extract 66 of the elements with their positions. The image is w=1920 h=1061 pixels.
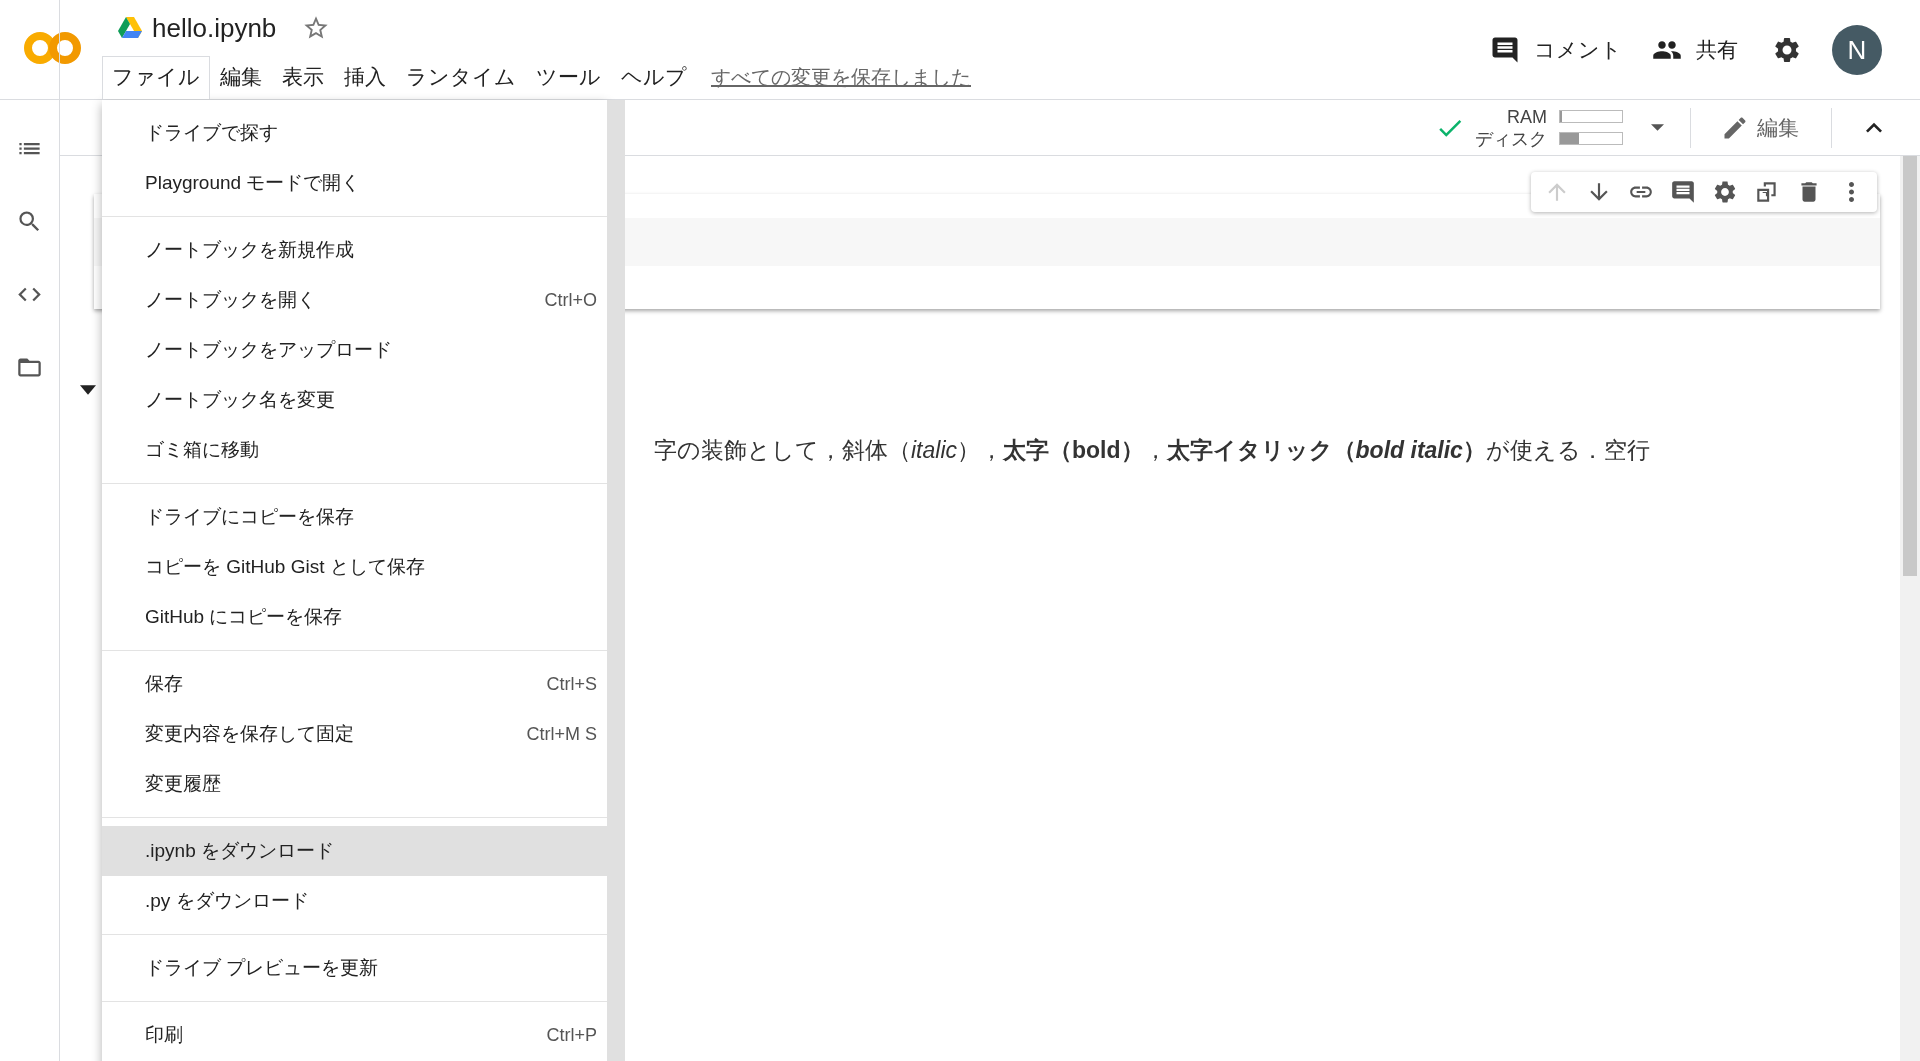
menu-scrollbar[interactable] bbox=[607, 100, 625, 1061]
menu-item[interactable]: 挿入 bbox=[334, 56, 396, 99]
option-label: ドライブ プレビューを更新 bbox=[145, 956, 379, 980]
menu-option[interactable]: ゴミ箱に移動 bbox=[102, 425, 607, 475]
menu-option[interactable]: Playground モードで開く bbox=[102, 158, 607, 208]
menu-item[interactable]: ファイル bbox=[102, 56, 210, 99]
shortcut-text: Ctrl+M S bbox=[526, 723, 597, 745]
comment-icon bbox=[1490, 35, 1520, 65]
dropdown-icon[interactable] bbox=[1651, 124, 1664, 131]
ram-label: RAM bbox=[1507, 105, 1547, 128]
option-label: .py をダウンロード bbox=[145, 889, 309, 913]
option-label: 変更内容を保存して固定 bbox=[145, 722, 354, 746]
shortcut-text: Ctrl+S bbox=[546, 673, 597, 695]
menu-option[interactable]: ドライブ プレビューを更新 bbox=[102, 943, 607, 993]
save-status-link[interactable]: すべての変更を保存しました bbox=[711, 64, 971, 91]
shortcut-text: Ctrl+P bbox=[546, 1024, 597, 1046]
menu-item[interactable]: ヘルプ bbox=[611, 56, 697, 99]
option-label: 保存 bbox=[145, 672, 183, 696]
menu-item[interactable]: ランタイム bbox=[396, 56, 526, 99]
collapse-triangle-icon[interactable] bbox=[80, 385, 96, 395]
menu-item[interactable]: 編集 bbox=[210, 56, 272, 99]
comment-icon bbox=[1670, 179, 1696, 205]
menu-item[interactable]: ツール bbox=[526, 56, 611, 99]
option-label: ノートブックを開く bbox=[145, 288, 316, 312]
option-label: ドライブにコピーを保存 bbox=[145, 505, 354, 529]
menu-option[interactable]: コピーを GitHub Gist として保存 bbox=[102, 542, 607, 592]
drive-icon bbox=[118, 17, 142, 39]
disk-label: ディスク bbox=[1475, 127, 1547, 150]
menu-option[interactable]: ノートブック名を変更 bbox=[102, 375, 607, 425]
option-label: ノートブックを新規作成 bbox=[145, 238, 354, 262]
comment-button[interactable]: コメント bbox=[1490, 35, 1622, 65]
option-label: .ipynb をダウンロード bbox=[145, 839, 334, 863]
menu-option[interactable]: 変更内容を保存して固定 Ctrl+M S bbox=[102, 709, 607, 759]
option-label: GitHub にコピーを保存 bbox=[145, 605, 343, 629]
notebook-title[interactable]: hello.ipynb bbox=[152, 12, 277, 44]
menu-option[interactable]: 印刷 Ctrl+P bbox=[102, 1010, 607, 1060]
edit-button[interactable]: 編集 bbox=[1701, 113, 1821, 142]
menu-option[interactable]: ノートブックを開く Ctrl+O bbox=[102, 275, 607, 325]
option-label: ゴミ箱に移動 bbox=[145, 438, 259, 462]
share-button[interactable]: 共有 bbox=[1652, 35, 1738, 65]
menu-option[interactable]: 保存 Ctrl+S bbox=[102, 659, 607, 709]
option-label: コピーを GitHub Gist として保存 bbox=[145, 555, 425, 579]
scrollbar[interactable] bbox=[1900, 156, 1920, 1061]
menu-option[interactable]: .ipynb をダウンロード bbox=[102, 826, 607, 876]
menu-item[interactable]: 表示 bbox=[272, 56, 334, 99]
option-label: 印刷 bbox=[145, 1023, 183, 1047]
menu-option[interactable]: .py をダウンロード bbox=[102, 876, 607, 926]
menu-option[interactable]: ノートブックを新規作成 bbox=[102, 225, 607, 275]
disk-meter bbox=[1559, 132, 1623, 145]
ram-meter bbox=[1559, 110, 1623, 123]
menu-option[interactable]: 変更履歴 bbox=[102, 759, 607, 809]
menu-option[interactable]: ドライブにコピーを保存 bbox=[102, 492, 607, 542]
avatar[interactable]: N bbox=[1832, 25, 1882, 75]
option-label: ノートブックをアップロード bbox=[145, 338, 392, 362]
settings-icon bbox=[1712, 179, 1738, 205]
option-label: 変更履歴 bbox=[145, 772, 221, 796]
menu-option[interactable]: ノートブックをアップロード bbox=[102, 325, 607, 375]
settings-icon[interactable] bbox=[1772, 35, 1802, 65]
option-label: ドライブで探す bbox=[145, 121, 278, 145]
option-label: Playground モードで開く bbox=[145, 171, 361, 195]
paragraph: 字の装飾として，斜体（italic），太字（bold），太字イタリック（bold italic）が使える．空行 bbox=[654, 436, 1650, 465]
option-label: ノートブック名を変更 bbox=[145, 388, 335, 412]
shortcut-text: Ctrl+O bbox=[544, 289, 597, 311]
more-icon bbox=[1848, 182, 1854, 202]
menu-option[interactable]: ドライブで探す bbox=[102, 108, 607, 158]
menu-option[interactable]: GitHub にコピーを保存 bbox=[102, 592, 607, 642]
